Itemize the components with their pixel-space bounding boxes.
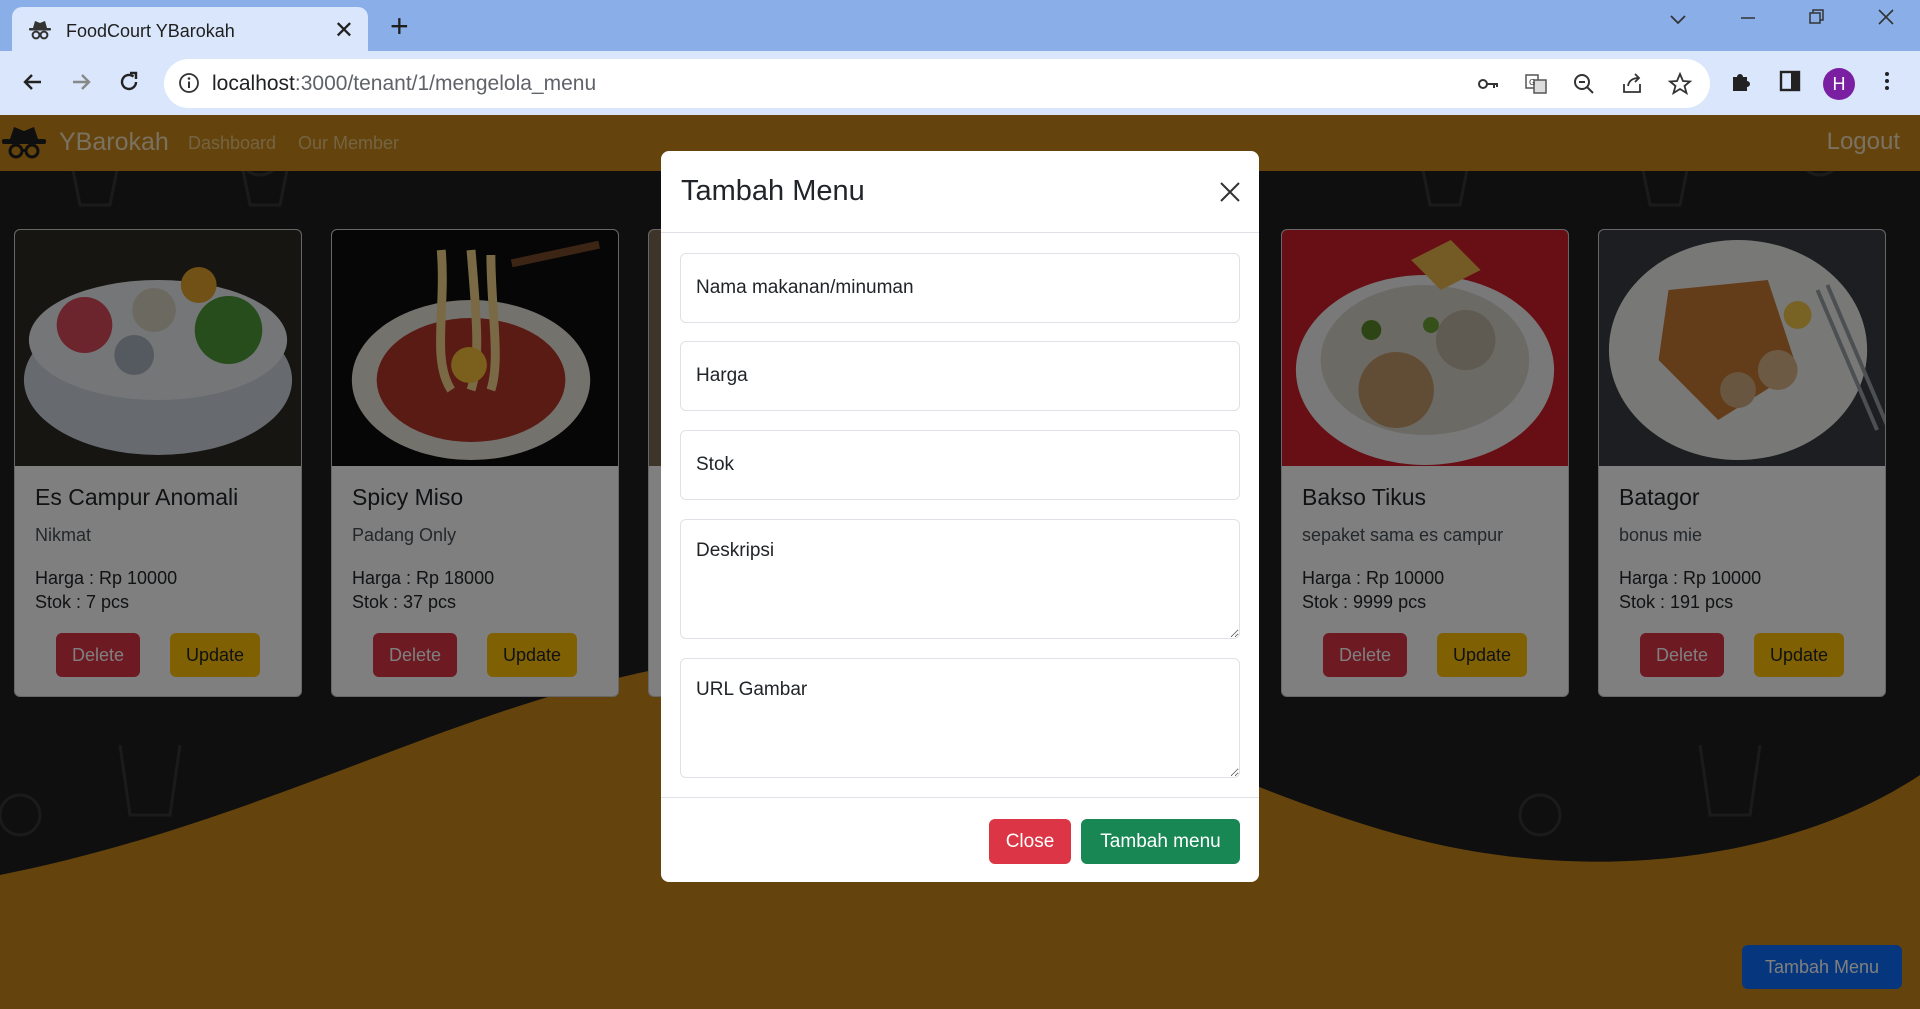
submit-add-menu-button[interactable]: Tambah menu: [1081, 819, 1240, 864]
modal-footer: Close Tambah menu: [661, 797, 1259, 882]
new-tab-icon[interactable]: +: [390, 8, 409, 45]
translate-icon[interactable]: G: [1522, 70, 1550, 98]
restore-icon[interactable]: [1796, 6, 1836, 32]
bookmark-star-icon[interactable]: [1666, 70, 1694, 98]
tab-close-icon[interactable]: ✕: [334, 16, 354, 45]
close-icon[interactable]: [1217, 179, 1243, 205]
spy-favicon-icon: [29, 21, 51, 40]
minimize-icon[interactable]: [1728, 6, 1768, 32]
browser-tabstrip: FoodCourt YBarokah ✕ +: [0, 0, 1920, 51]
back-icon[interactable]: [16, 65, 50, 99]
site-info-icon[interactable]: [178, 72, 200, 94]
profile-avatar[interactable]: H: [1823, 68, 1855, 100]
modal-title: Tambah Menu: [681, 175, 865, 207]
reload-icon[interactable]: [112, 65, 146, 99]
image-url-textarea[interactable]: [680, 658, 1240, 778]
extensions-icon[interactable]: [1726, 66, 1756, 96]
tab-title: FoodCourt YBarokah: [66, 21, 235, 41]
modal-header: Tambah Menu: [661, 151, 1259, 233]
password-key-icon[interactable]: [1474, 70, 1502, 98]
description-textarea[interactable]: [680, 519, 1240, 639]
side-panel-icon[interactable]: [1775, 66, 1805, 96]
menu-name-input[interactable]: [680, 253, 1240, 323]
add-menu-modal: Tambah Menu Close Tambah menu: [661, 151, 1259, 882]
svg-text:G: G: [1529, 78, 1535, 87]
zoom-out-icon[interactable]: [1570, 70, 1598, 98]
more-menu-icon[interactable]: [1872, 66, 1902, 96]
url-text: localhost:3000/tenant/1/mengelola_menu: [212, 72, 597, 95]
browser-tab[interactable]: FoodCourt YBarokah ✕: [12, 7, 368, 51]
browser-toolbar: localhost:3000/tenant/1/mengelola_menu G…: [0, 51, 1920, 115]
share-icon[interactable]: [1618, 70, 1646, 98]
address-bar[interactable]: localhost:3000/tenant/1/mengelola_menu G: [164, 59, 1710, 108]
forward-icon[interactable]: [64, 65, 98, 99]
stock-input[interactable]: [680, 430, 1240, 500]
window-close-icon[interactable]: [1866, 6, 1906, 32]
close-button[interactable]: Close: [989, 819, 1071, 864]
tab-search-icon[interactable]: [1658, 6, 1698, 32]
price-input[interactable]: [680, 341, 1240, 411]
